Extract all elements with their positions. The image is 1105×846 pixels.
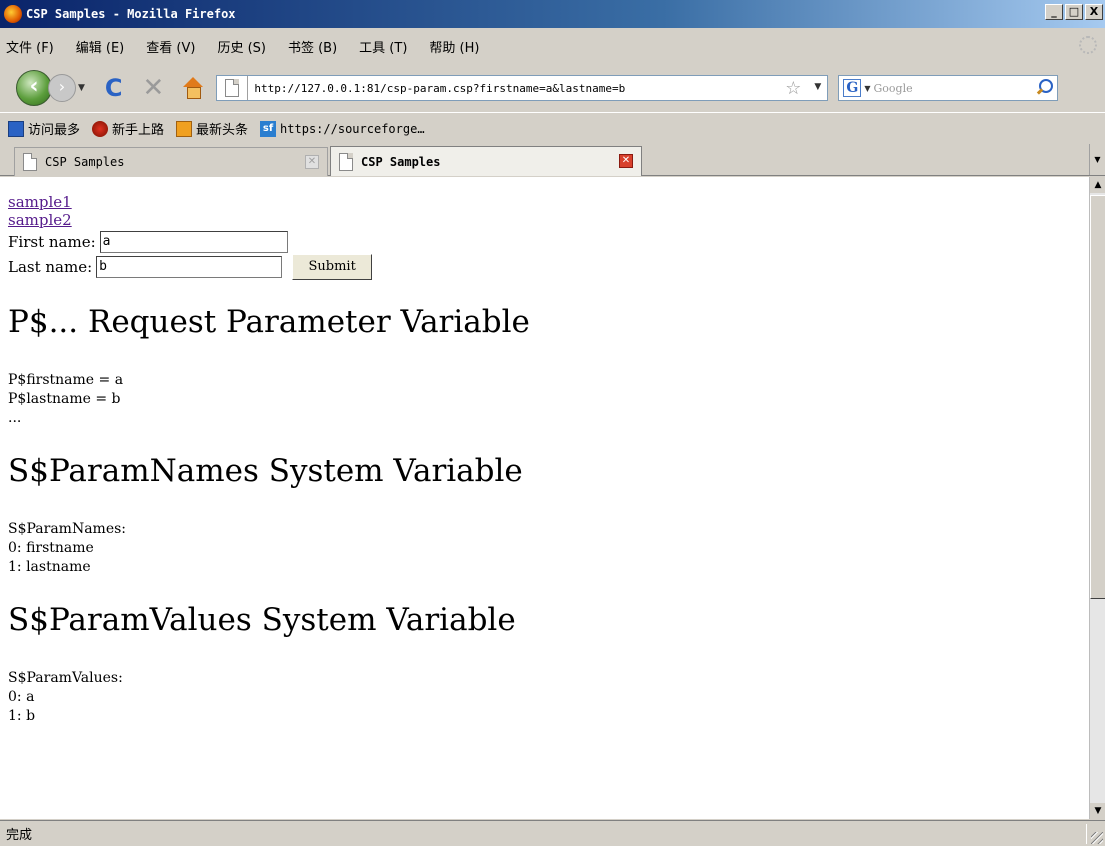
- status-divider: [1086, 824, 1087, 844]
- submit-button[interactable]: Submit: [292, 253, 373, 280]
- tab-strip: CSP Samples ✕ CSP Samples ✕ ▼: [0, 144, 1105, 176]
- close-window-button[interactable]: X: [1085, 4, 1103, 20]
- param-names-output: S$ParamNames: 0: firstname 1: lastname: [8, 520, 1089, 577]
- bookmark-label: 访问最多: [28, 123, 81, 138]
- search-engine-dropdown-icon[interactable]: ▼: [864, 84, 870, 93]
- bookmark-star-icon[interactable]: ☆: [785, 78, 801, 99]
- output-line: S$ParamNames:: [8, 521, 127, 537]
- section-heading-param-values: S$ParamValues System Variable: [8, 602, 516, 638]
- throbber-icon: [1079, 36, 1097, 54]
- last-name-input[interactable]: [96, 255, 283, 278]
- menu-edit[interactable]: 编辑 (E): [76, 37, 125, 56]
- status-text: 完成: [6, 828, 33, 843]
- maximize-button[interactable]: □: [1065, 4, 1083, 20]
- bookmark-label: https://sourceforge…: [280, 121, 425, 136]
- first-name-input[interactable]: [99, 230, 288, 253]
- tab-list-dropdown-icon[interactable]: ▼: [1089, 144, 1105, 175]
- output-line: 1: b: [8, 708, 36, 724]
- output-line: 0: a: [8, 689, 35, 705]
- output-line: P$firstname = a: [8, 372, 124, 388]
- scroll-down-arrow-icon[interactable]: ▼: [1090, 803, 1105, 819]
- menu-file[interactable]: 文件 (F): [6, 37, 54, 56]
- window-title: CSP Samples - Mozilla Firefox: [26, 7, 236, 21]
- search-icon[interactable]: [1035, 78, 1054, 96]
- page-favicon-icon: [225, 79, 240, 97]
- output-line: 0: firstname: [8, 540, 94, 556]
- firefox-logo-icon: [4, 5, 22, 23]
- first-name-label: First name:: [8, 232, 96, 251]
- window-title-bar: CSP Samples - Mozilla Firefox _ □ X: [0, 0, 1105, 28]
- forward-button[interactable]: ›: [48, 74, 76, 102]
- sample2-link[interactable]: sample2: [8, 211, 1089, 229]
- section-heading-request-params: P$... Request Parameter Variable: [8, 304, 530, 340]
- window-controls: _ □ X: [1045, 4, 1103, 20]
- bookmark-getting-started[interactable]: 新手上路: [92, 119, 164, 138]
- sample1-link[interactable]: sample1: [8, 193, 1089, 211]
- menu-bookmarks[interactable]: 书签 (B): [288, 37, 337, 56]
- scroll-up-arrow-icon[interactable]: ▲: [1090, 177, 1105, 193]
- resize-grip-icon[interactable]: [1091, 832, 1103, 844]
- bookmark-latest-headlines[interactable]: 最新头条: [176, 119, 248, 138]
- menu-history[interactable]: 历史 (S): [217, 37, 266, 56]
- bookmarks-toolbar: 访问最多 新手上路 最新头条 sf https://sourceforge…: [0, 112, 1105, 144]
- output-line: P$lastname = b: [8, 391, 121, 407]
- param-values-output: S$ParamValues: 0: a 1: b: [8, 669, 1089, 726]
- url-text[interactable]: http://127.0.0.1:81/csp-param.csp?firstn…: [254, 82, 625, 95]
- stop-icon[interactable]: ✕: [143, 73, 165, 103]
- tab-label: CSP Samples: [361, 154, 441, 169]
- sourceforge-icon: sf: [260, 120, 277, 137]
- tab-close-icon[interactable]: ✕: [619, 154, 633, 168]
- page-favicon-icon: [339, 152, 353, 171]
- getting-started-icon: [92, 120, 109, 137]
- tab-label: CSP Samples: [45, 155, 125, 169]
- reload-icon[interactable]: C: [105, 74, 123, 102]
- bookmark-most-visited[interactable]: 访问最多: [8, 119, 80, 138]
- vertical-scrollbar[interactable]: ▲ ▼: [1089, 177, 1105, 819]
- search-bar[interactable]: G ▼ Google: [838, 75, 1059, 101]
- menu-bar: 文件 (F) 编辑 (E) 查看 (V) 历史 (S) 书签 (B) 工具 (T…: [0, 28, 1105, 64]
- url-dropdown-icon[interactable]: ▼: [814, 82, 821, 92]
- minimize-button[interactable]: _: [1045, 4, 1063, 20]
- history-dropdown-icon[interactable]: ▼: [78, 83, 85, 93]
- section-heading-param-names: S$ParamNames System Variable: [8, 453, 523, 489]
- menu-view[interactable]: 查看 (V): [146, 37, 195, 56]
- last-name-label: Last name:: [8, 257, 93, 276]
- url-divider: [247, 76, 249, 100]
- output-line: 1: lastname: [8, 559, 91, 575]
- output-line: S$ParamValues:: [8, 670, 123, 686]
- search-placeholder[interactable]: Google: [874, 82, 913, 95]
- rss-feed-icon: [176, 120, 193, 137]
- navigation-toolbar: ‹ › ▼ C ✕ http://127.0.0.1:81/csp-param.…: [0, 64, 1105, 112]
- most-visited-icon: [8, 120, 24, 137]
- google-engine-icon[interactable]: G: [843, 79, 862, 97]
- request-params-output: P$firstname = a P$lastname = b ...: [8, 371, 1089, 428]
- output-line: ...: [8, 410, 22, 426]
- scrollbar-thumb[interactable]: [1090, 195, 1105, 599]
- address-bar[interactable]: http://127.0.0.1:81/csp-param.csp?firstn…: [216, 75, 829, 101]
- bookmark-label: 最新头条: [196, 123, 249, 138]
- bookmark-sourceforge[interactable]: sf https://sourceforge…: [260, 120, 425, 137]
- status-bar: 完成: [0, 820, 1105, 846]
- name-form: First name: Last name: Submit: [8, 229, 1089, 280]
- tab-csp-samples-2[interactable]: CSP Samples ✕: [330, 146, 642, 176]
- bookmark-label: 新手上路: [112, 123, 165, 138]
- tab-csp-samples-1[interactable]: CSP Samples ✕: [14, 147, 328, 176]
- menu-tools[interactable]: 工具 (T): [359, 37, 407, 56]
- page-content: sample1 sample2 First name: Last name: S…: [0, 177, 1089, 819]
- home-icon[interactable]: [182, 77, 204, 99]
- page-favicon-icon: [23, 153, 37, 171]
- back-button[interactable]: ‹: [16, 70, 52, 106]
- tab-close-icon[interactable]: ✕: [305, 155, 319, 169]
- menu-help[interactable]: 帮助 (H): [429, 37, 479, 56]
